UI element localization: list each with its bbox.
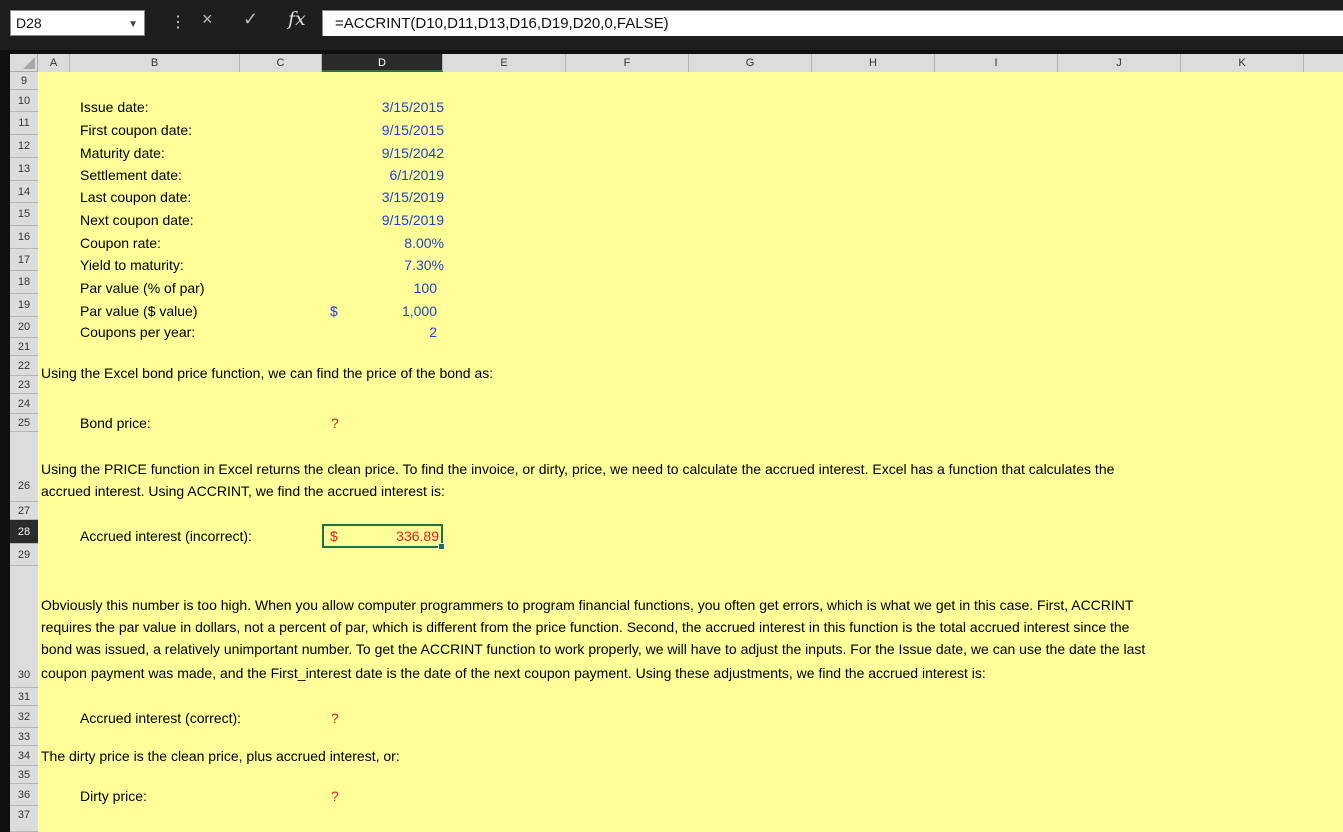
formula-input[interactable]: =ACCRINT(D10,D11,D13,D16,D19,D20,0,FALSE… [322,10,1343,36]
column-headers: A B C D E F G H I J K [38,54,1343,72]
paragraph-line: Using the PRICE function in Excel return… [41,461,1115,477]
row-header[interactable]: 19 [10,294,38,317]
cell-currency: $ [330,303,338,319]
column-header-g[interactable]: G [689,54,812,72]
row-header[interactable]: 32 [10,706,38,728]
fill-handle[interactable] [438,543,445,550]
cancel-icon[interactable]: × [202,9,213,30]
row-header[interactable]: 33 [10,728,38,746]
formula-text: =ACCRINT(D10,D11,D13,D16,D19,D20,0,FALSE… [335,15,669,32]
row-header[interactable]: 24 [10,394,38,414]
cell-value: 2 [429,324,437,340]
cell-text: Using the Excel bond price function, we … [41,365,494,381]
cell-label: Par value ($ value) [80,303,198,319]
row-header[interactable]: 11 [10,112,38,135]
column-header-a[interactable]: A [38,54,70,72]
cell-label: Settlement date: [80,167,182,183]
row-header[interactable]: 17 [10,249,38,271]
row-header[interactable]: 25 [10,414,38,432]
cell-value: 3/15/2015 [381,99,444,115]
cell-value: ? [331,415,339,431]
row-header[interactable]: 13 [10,158,38,181]
cell-value: 8.00% [404,235,444,251]
cell-value: ? [331,710,339,726]
paragraph-line: coupon payment was made, and the First_i… [41,665,986,681]
row-header[interactable]: 21 [10,338,38,356]
column-header-h[interactable]: H [812,54,935,72]
column-header-c[interactable]: C [240,54,322,72]
formula-bar: D28 ▼ ⋮ × ✓ fx =ACCRINT(D10,D11,D13,D16,… [0,0,1343,50]
cell-label: Issue date: [80,99,149,115]
row-header[interactable]: 20 [10,317,38,338]
paragraph-line: requires the par value in dollars, not a… [41,619,1130,635]
column-header-f[interactable]: F [566,54,689,72]
column-header-k[interactable]: K [1181,54,1304,72]
cell-label: Yield to maturity: [80,257,184,273]
cell-label: Bond price: [80,415,151,431]
paragraph-line: bond was issued, a relatively unimportan… [41,641,1146,657]
cell-text: The dirty price is the clean price, plus… [41,748,400,764]
row-header[interactable]: 12 [10,135,38,158]
row-header[interactable]: 22 [10,356,38,376]
row-header[interactable]: 29 [10,544,38,566]
row-header[interactable]: 35 [10,766,38,784]
insert-function-icon[interactable]: fx [288,8,306,30]
row-header[interactable]: 18 [10,271,38,294]
row-header[interactable]: 30 [10,566,38,688]
row-header[interactable]: 15 [10,203,38,226]
cell-value: 1,000 [401,303,437,319]
active-cell-d28[interactable] [322,524,445,550]
cell-label: Accrued interest (incorrect): [80,528,252,544]
column-header-b[interactable]: B [70,54,240,72]
select-all-button[interactable] [10,54,38,72]
cell-label: Last coupon date: [80,189,192,205]
row-header[interactable]: 28 [10,520,38,544]
cell-value: 9/15/2015 [381,122,444,138]
select-all-icon [23,57,35,69]
cell-value: ? [331,788,339,804]
cell-label: Accrued interest (correct): [80,710,242,726]
cell-label: Next coupon date: [80,212,194,228]
sheet-cells[interactable]: Issue date: 3/15/2015 First coupon date:… [38,72,1343,832]
cell-label: Coupons per year: [80,324,196,340]
cell-label: Dirty price: [80,788,147,804]
cell-label: Par value (% of par) [80,280,205,296]
paragraph-line: accrued interest. Using ACCRINT, we find… [41,483,445,499]
cell-value: 7.30% [404,257,444,273]
row-header[interactable]: 26 [10,432,38,502]
cell-label: Coupon rate: [80,235,161,251]
row-header[interactable]: 16 [10,226,38,249]
cell-label: First coupon date: [80,122,193,138]
row-header[interactable]: 10 [10,90,38,112]
cell-value: 100 [413,280,437,296]
row-header[interactable]: 34 [10,746,38,766]
column-header-d[interactable]: D [322,54,443,72]
cell-value: 9/15/2042 [381,145,444,161]
cell-value: 6/1/2019 [389,167,445,183]
cell-label: Maturity date: [80,145,165,161]
chevron-down-icon[interactable]: ▼ [128,19,138,30]
name-box-value: D28 [16,15,42,31]
paragraph-line: Obviously this number is too high. When … [41,597,1134,613]
row-header[interactable]: 14 [10,181,38,203]
column-header-i[interactable]: I [935,54,1058,72]
row-header[interactable]: 31 [10,688,38,706]
row-headers: 9 10 11 12 13 14 15 16 17 18 19 20 21 22… [10,72,38,832]
row-header[interactable]: 27 [10,502,38,520]
cell-value: 9/15/2019 [381,212,444,228]
row-header[interactable]: 36 [10,784,38,806]
cell-value: 3/15/2019 [381,189,444,205]
row-header[interactable]: 9 [10,72,38,90]
more-options-icon[interactable]: ⋮ [170,12,186,32]
row-header[interactable]: 37 [10,806,38,832]
column-header-e[interactable]: E [443,54,566,72]
enter-icon[interactable]: ✓ [243,9,258,30]
row-header[interactable]: 23 [10,376,38,394]
column-header-j[interactable]: J [1058,54,1181,72]
name-box[interactable]: D28 ▼ [10,10,145,36]
